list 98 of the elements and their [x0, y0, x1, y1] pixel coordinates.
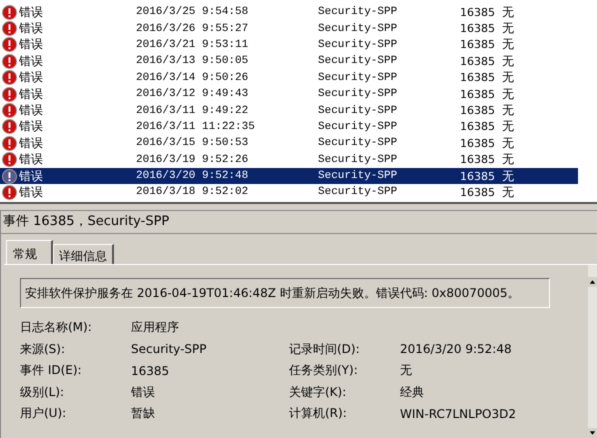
event-row[interactable]: 错误 2016/3/13 9:50:05 Security-SPP 16385 无 — [0, 53, 578, 70]
date-text: 2016/3/15 9:50:53 — [136, 137, 250, 150]
task-text: 无 — [502, 36, 514, 54]
field-label: 用户(U): — [20, 405, 68, 422]
field-value: 无 — [400, 362, 413, 380]
field-value: 暂缺 — [131, 405, 156, 422]
event-id-text: 16385 — [460, 170, 496, 183]
event-id-text: 16385 — [460, 120, 496, 134]
event-row[interactable]: 错误 2016/3/19 9:52:26 Security-SPP 16385 无 — [0, 152, 578, 168]
source-text: Security-SPP — [318, 72, 398, 84]
scroll-up-icon[interactable] — [588, 277, 597, 287]
level-text: 错误 — [18, 134, 44, 152]
task-text: 无 — [502, 151, 514, 168]
date-text: 2016/3/21 9:53:11 — [136, 38, 250, 51]
date-text: 2016/3/12 9:49:43 — [136, 88, 250, 100]
task-text: 无 — [502, 168, 514, 185]
task-text: 无 — [502, 118, 514, 136]
event-row[interactable]: 错误 2016/3/20 9:52:48 Security-SPP 16385 无 — [0, 168, 578, 184]
event-row[interactable]: 错误 2016/3/11 9:49:22 Security-SPP 16385 无 — [0, 102, 578, 119]
detail-title: 事件 16385，Security-SPP — [1, 211, 597, 234]
task-text: 无 — [502, 184, 514, 201]
level-text: 错误 — [18, 118, 44, 136]
field-label: 级别(L): — [20, 384, 66, 401]
source-text: Security-SPP — [318, 6, 398, 18]
task-text: 无 — [502, 86, 514, 103]
event-row[interactable]: 错误 2016/3/25 9:54:58 Security-SPP 16385 无 — [0, 4, 578, 20]
task-text: 无 — [502, 20, 514, 38]
event-id-text: 16385 — [460, 136, 496, 150]
level-text: 错误 — [18, 52, 44, 70]
event-row[interactable]: 错误 2016/3/12 9:49:43 Security-SPP 16385 无 — [0, 86, 578, 102]
message-box: 安排软件保护服务在 2016-04-19T01:46:48Z 时重新启动失败。错误代码: 0x80070005。 — [20, 278, 550, 308]
task-text: 无 — [502, 52, 514, 70]
field-label: 关键字(K): — [289, 384, 348, 401]
event-id-text: 16385 — [460, 6, 496, 19]
source-text: Security-SPP — [318, 170, 398, 182]
source-text: Security-SPP — [318, 137, 398, 150]
date-text: 2016/3/26 9:55:27 — [136, 22, 250, 35]
level-text: 错误 — [18, 151, 44, 168]
event-id-text: 16385 — [460, 88, 496, 101]
source-text: Security-SPP — [318, 88, 398, 100]
date-text: 2016/3/11 11:22:35 — [136, 120, 256, 133]
date-text: 2016/3/19 9:52:26 — [136, 154, 250, 166]
scrollbar[interactable] — [588, 265, 597, 438]
event-id-text: 16385 — [460, 186, 496, 199]
source-text: Security-SPP — [318, 154, 398, 166]
source-text: Security-SPP — [318, 120, 398, 133]
event-id-text: 16385 — [460, 54, 496, 68]
tab[interactable]: 常规 — [6, 240, 53, 264]
level-text: 错误 — [18, 102, 44, 120]
event-row[interactable]: 错误 2016/3/15 9:50:53 Security-SPP 16385 无 — [0, 135, 578, 152]
event-row[interactable]: 错误 2016/3/18 9:52:02 Security-SPP 16385 无 — [0, 184, 578, 201]
level-text: 错误 — [18, 168, 44, 185]
field-label: 来源(S): — [20, 340, 66, 358]
task-text: 无 — [502, 69, 514, 86]
event-id-text: 16385 — [460, 104, 496, 118]
source-text: Security-SPP — [318, 186, 398, 198]
source-text: Security-SPP — [318, 55, 398, 68]
field-value: WIN-RC7LNLPO3D2 — [400, 406, 518, 421]
field-value: 16385 — [131, 364, 170, 378]
level-text: 错误 — [18, 20, 44, 38]
event-row[interactable]: 错误 2016/3/14 9:50:26 Security-SPP 16385 无 — [0, 70, 578, 86]
level-text: 错误 — [18, 86, 44, 103]
source-text: Security-SPP — [318, 22, 398, 35]
event-row[interactable]: 错误 2016/3/21 9:53:11 Security-SPP 16385 无 — [0, 36, 578, 54]
event-id-text: 16385 — [460, 153, 496, 166]
level-text: 错误 — [18, 4, 44, 21]
event-row[interactable]: 错误 2016/3/26 9:55:27 Security-SPP 16385 无 — [0, 20, 578, 37]
source-text: Security-SPP — [318, 104, 398, 117]
field-label: 日志名称(M): — [20, 319, 93, 336]
level-text: 错误 — [18, 184, 44, 201]
field-value: 经典 — [400, 384, 425, 401]
date-text: 2016/3/11 9:49:22 — [136, 104, 250, 117]
date-text: 2016/3/18 9:52:02 — [136, 186, 250, 198]
field-value: 应用程序 — [131, 319, 180, 336]
level-text: 错误 — [18, 69, 44, 86]
event-row[interactable]: 错误 2016/3/11 11:22:35 Security-SPP 16385 无 — [0, 118, 578, 136]
date-text: 2016/3/14 9:50:26 — [136, 72, 250, 84]
splitter-bar[interactable] — [0, 202, 597, 211]
field-value: Security-SPP — [131, 342, 208, 356]
field-value: 错误 — [131, 384, 156, 401]
source-text: Security-SPP — [318, 38, 398, 51]
scroll-down-icon[interactable] — [588, 428, 597, 438]
task-text: 无 — [502, 102, 514, 120]
event-id-text: 16385 — [460, 22, 496, 36]
field-value: 2016/3/20 9:52:48 — [400, 342, 513, 356]
date-text: 2016/3/13 9:50:05 — [136, 55, 250, 68]
field-label: 任务类别(Y): — [289, 362, 359, 380]
task-text: 无 — [502, 4, 514, 21]
level-text: 错误 — [18, 36, 44, 54]
event-id-text: 16385 — [460, 71, 496, 84]
task-text: 无 — [502, 134, 514, 152]
event-id-text: 16385 — [460, 38, 496, 52]
date-text: 2016/3/20 9:52:48 — [136, 170, 250, 182]
field-label: 记录时间(D): — [289, 340, 361, 358]
field-label: 事件 ID(E): — [20, 362, 83, 380]
field-label: 计算机(R): — [289, 405, 348, 422]
tab[interactable]: 详细信息 — [53, 244, 114, 264]
date-text: 2016/3/25 9:54:58 — [136, 6, 250, 18]
